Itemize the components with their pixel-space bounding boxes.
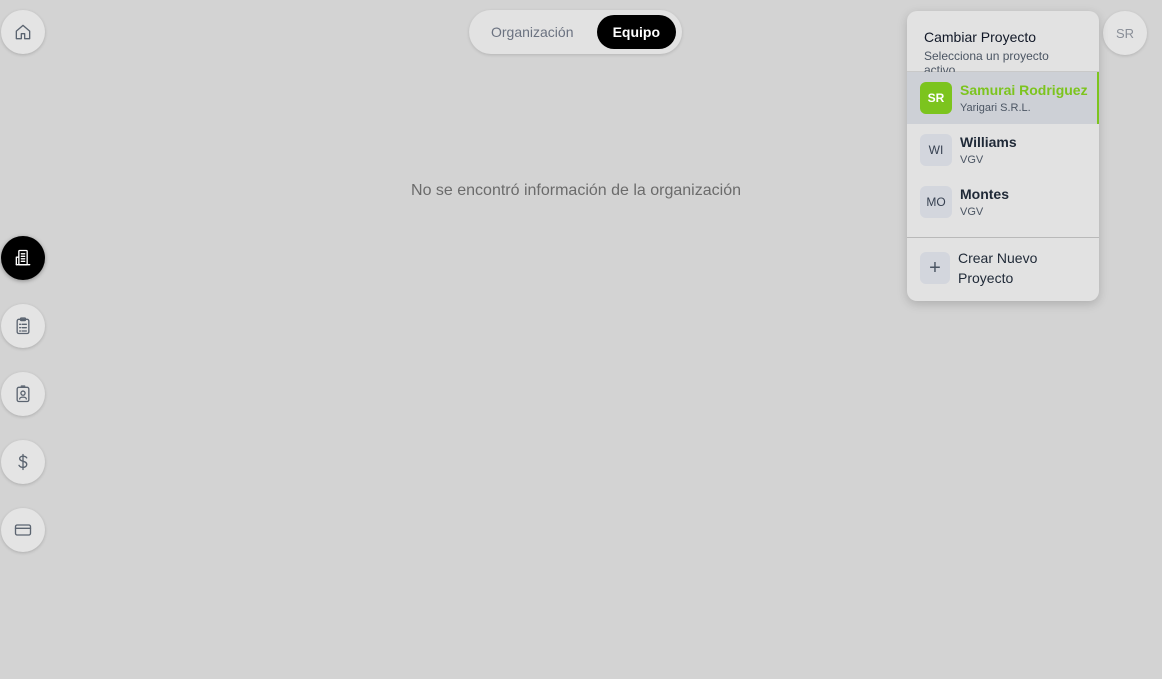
project-name: Samurai Rodriguez bbox=[960, 81, 1088, 98]
project-avatar: SR bbox=[920, 82, 952, 114]
dollar-icon bbox=[18, 453, 28, 471]
project-org: VGV bbox=[960, 153, 984, 166]
app-screen: Organización Equipo No se encontró infor… bbox=[0, 0, 1162, 679]
project-avatar: WI bbox=[920, 134, 952, 166]
home-icon bbox=[15, 24, 31, 40]
create-project-label: Crear Nuevo Proyecto bbox=[958, 250, 1038, 286]
tab-organization[interactable]: Organización bbox=[475, 15, 590, 49]
nav-tasks-button[interactable] bbox=[1, 304, 45, 348]
project-org: VGV bbox=[960, 205, 984, 218]
clipboard-list-icon bbox=[16, 317, 30, 335]
project-name: Montes bbox=[960, 185, 1009, 202]
tab-team[interactable]: Equipo bbox=[596, 15, 676, 49]
nav-finance-button[interactable] bbox=[1, 440, 45, 484]
home-button[interactable] bbox=[1, 10, 45, 54]
project-switcher-dropdown: Cambiar Proyecto Selecciona un proyecto … bbox=[907, 11, 1099, 301]
view-toggle: Organización Equipo bbox=[469, 10, 682, 54]
project-item-montes[interactable]: MO Montes VGV bbox=[907, 176, 1099, 228]
project-item-samurai-rodriguez[interactable]: SR Samurai Rodriguez Yarigari S.R.L. bbox=[907, 72, 1099, 124]
project-item-williams[interactable]: WI Williams VGV bbox=[907, 124, 1099, 176]
project-name: Williams bbox=[960, 133, 1017, 150]
dropdown-header: Cambiar Proyecto Selecciona un proyecto … bbox=[907, 11, 1099, 77]
project-org: Yarigari S.R.L. bbox=[960, 101, 1031, 114]
dropdown-title: Cambiar Proyecto bbox=[924, 29, 1037, 45]
nav-billing-button[interactable] bbox=[1, 508, 45, 552]
plus-icon: + bbox=[920, 252, 950, 284]
user-avatar-button[interactable]: SR bbox=[1103, 11, 1147, 55]
contact-badge-icon bbox=[16, 385, 30, 403]
create-project-button[interactable]: + Crear Nuevo Proyecto bbox=[907, 238, 1099, 298]
nav-contacts-button[interactable] bbox=[1, 372, 45, 416]
credit-card-icon bbox=[14, 524, 32, 536]
project-avatar: MO bbox=[920, 186, 952, 218]
nav-organization-button[interactable] bbox=[1, 236, 45, 280]
building-icon bbox=[15, 249, 31, 266]
